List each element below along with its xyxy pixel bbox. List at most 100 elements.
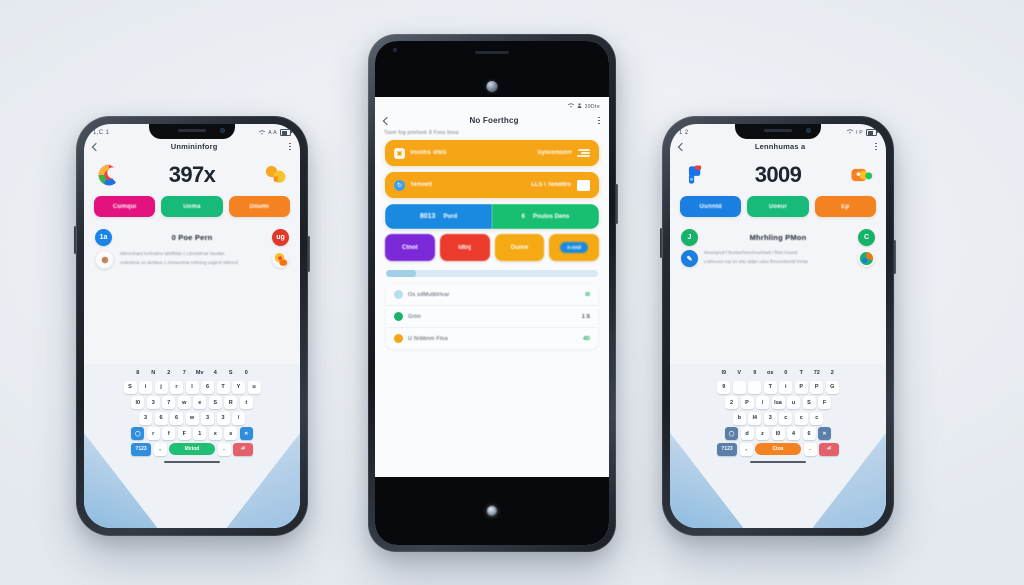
key[interactable]: 0 [240, 368, 253, 378]
pill-button-0[interactable]: Cumqui [94, 196, 156, 217]
power-button-center[interactable] [615, 184, 618, 224]
right-badge[interactable]: C [857, 229, 875, 246]
key[interactable]: 3 [216, 411, 230, 425]
banner-card-1[interactable]: ↻ Tenvett LLS l Tenditro [385, 172, 599, 198]
key[interactable]: / [756, 396, 769, 409]
key[interactable]: i [139, 380, 152, 394]
left-badge[interactable]: J [681, 229, 698, 246]
kebab-menu-icon[interactable] [289, 142, 291, 151]
list-item[interactable]: U Nrbbnm Floa 4D [386, 328, 598, 349]
key[interactable]: T [216, 380, 230, 394]
spacebar[interactable]: Ctos [755, 442, 801, 455]
key[interactable]: 6 [201, 380, 214, 394]
key[interactable]: t [239, 396, 253, 409]
pill-button-2[interactable]: Doumi [228, 196, 290, 217]
key[interactable]: 9 [717, 380, 731, 394]
delete-icon[interactable]: ✕ [239, 427, 253, 440]
key[interactable]: F [177, 427, 191, 440]
key[interactable]: e [193, 396, 207, 409]
kebab-menu-icon[interactable] [875, 142, 877, 151]
center-phone-screen[interactable]: 39Dte No Foerthcg Tosm fog pmrlontr 8 Fo… [375, 41, 609, 545]
volume-button-left[interactable] [74, 226, 77, 254]
keyboard-right[interactable]: l9 V 9 os 0 T 72 2 9 T i P P G 2 P / lsa… [670, 364, 886, 528]
duo-half-left[interactable]: 8013 Pord [385, 204, 492, 229]
spacebar[interactable]: Mxtod [169, 442, 215, 455]
key[interactable]: 3 [139, 411, 152, 425]
key[interactable]: / [232, 411, 245, 425]
key[interactable]: F [818, 396, 831, 409]
pill-button-1[interactable]: Uoeur [747, 196, 809, 217]
keyboard-left[interactable]: 8 N 2 7 Mv 4 S 0 S i j r l 6 T Y u l0 3 … [84, 364, 300, 528]
power-button-left[interactable] [307, 236, 310, 272]
period-key[interactable]: . [217, 442, 231, 456]
comma-key[interactable]: , [153, 442, 167, 456]
key[interactable]: lsa [771, 396, 785, 409]
key[interactable] [732, 380, 746, 394]
quad-button-2[interactable]: Ounre [494, 234, 545, 261]
key[interactable]: R [224, 396, 238, 409]
kebab-menu-icon[interactable] [598, 116, 600, 125]
key[interactable]: 4 [209, 368, 222, 378]
center-phone[interactable]: 39Dte No Foerthcg Tosm fog pmrlontr 8 Fo… [368, 34, 618, 552]
key[interactable]: S [208, 396, 222, 409]
key[interactable]: l0 [131, 396, 145, 409]
list-item[interactable]: Grtm 1 S [386, 306, 598, 328]
inline-action-button[interactable]: n-ond [560, 242, 589, 253]
quad-button-3[interactable]: n-ond [549, 234, 599, 261]
quad-button-0[interactable]: Ctnot [385, 234, 435, 261]
key[interactable]: 6 [154, 411, 168, 425]
key[interactable]: 6 [170, 411, 183, 425]
pill-button-0[interactable]: Ounntd [680, 196, 742, 217]
left-badge[interactable]: 1a [95, 229, 112, 246]
back-chevron-icon[interactable] [91, 142, 101, 151]
volume-button-right[interactable] [660, 228, 663, 258]
enter-key[interactable]: ⏎ [819, 442, 839, 456]
key[interactable]: w [185, 411, 199, 425]
key[interactable]: 2 [162, 368, 175, 378]
key[interactable]: z [756, 427, 769, 440]
list-item[interactable]: Os sdMutblrlvar I0 [386, 284, 598, 306]
key[interactable]: r [170, 380, 183, 394]
key[interactable]: l4 [748, 411, 762, 425]
key[interactable]: os [764, 368, 777, 378]
progress-bar[interactable] [386, 270, 598, 277]
key[interactable]: c [794, 411, 808, 425]
key[interactable]: s [224, 427, 238, 440]
key[interactable]: 2 [826, 368, 839, 378]
pill-button-2[interactable]: Ep [814, 196, 876, 217]
key[interactable]: u [787, 396, 800, 409]
enter-key[interactable]: ⏎ [233, 442, 253, 456]
key[interactable]: w [177, 396, 191, 409]
key[interactable]: j [154, 380, 168, 394]
globe-icon[interactable]: ◯ [131, 427, 145, 440]
key[interactable]: 6 [802, 427, 816, 440]
key[interactable]: r [146, 427, 160, 440]
key[interactable]: 7 [162, 396, 176, 409]
key[interactable]: 3 [146, 396, 160, 409]
key[interactable]: l9 [717, 368, 730, 378]
key[interactable]: S [802, 396, 816, 409]
key[interactable]: d [740, 427, 754, 440]
key[interactable]: l0 [771, 427, 785, 440]
key[interactable]: 1 [193, 427, 207, 440]
back-chevron-icon[interactable] [382, 116, 392, 125]
duo-half-right[interactable]: 6 Poulos Dens [492, 204, 599, 229]
key[interactable]: c [810, 411, 824, 425]
key[interactable]: P [794, 380, 808, 394]
key[interactable]: l [185, 380, 199, 394]
key[interactable]: G [825, 380, 839, 394]
key[interactable]: 72 [810, 368, 823, 378]
right-phone-screen[interactable]: 1 2 I P Lennhumas a 3009 Ounntd Uoeur Ep… [670, 124, 886, 528]
key[interactable]: 0 [779, 368, 792, 378]
key[interactable]: Y [232, 380, 245, 394]
key[interactable]: P [810, 380, 824, 394]
quad-button-1[interactable]: Idtnj [439, 234, 490, 261]
right-phone[interactable]: 1 2 I P Lennhumas a 3009 Ounntd Uoeur Ep… [660, 116, 896, 536]
left-phone-screen[interactable]: 1,C 1 A A Unmininforg 397x Cumqui Uoma D… [84, 124, 300, 528]
key[interactable]: 3 [201, 411, 214, 425]
banner-card-0[interactable]: ▣ Vooths dlbS Synconozirr [385, 140, 599, 166]
right-badge[interactable]: ug [272, 229, 289, 246]
globe-icon[interactable]: ◯ [725, 427, 738, 440]
symbols-key[interactable]: ?123 [717, 442, 737, 456]
key[interactable]: N [147, 368, 160, 378]
